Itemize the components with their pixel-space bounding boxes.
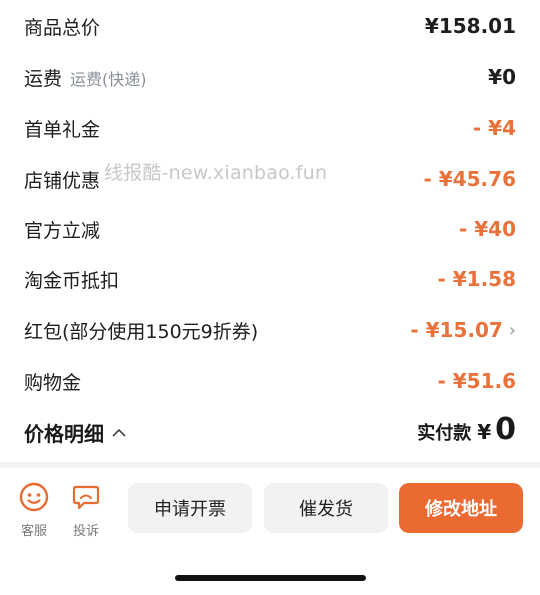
row-label: 运费 运费(快递): [24, 64, 147, 91]
watermark: 线报酷-new.xianbao.fun: [104, 162, 328, 184]
complaint-button[interactable]: 投诉: [66, 482, 106, 539]
row-amount: - ¥45.76: [423, 167, 516, 191]
row-first-order-gift: 首单礼金 - ¥4: [24, 110, 516, 146]
apply-invoice-button[interactable]: 申请开票: [128, 483, 252, 533]
paid-currency: ¥: [477, 420, 492, 444]
paid-amount: 实付款 ¥ 0: [417, 412, 516, 447]
row-label: 首单礼金: [24, 118, 101, 141]
urge-shipment-button[interactable]: 催发货: [264, 483, 388, 533]
row-label: 店铺优惠: [24, 169, 101, 192]
row-amount: - ¥4: [472, 116, 516, 140]
row-red-packet[interactable]: 红包(部分使用150元9折券) - ¥15.07 ›: [24, 312, 516, 348]
row-shipping: 运费 运费(快递) ¥0: [24, 59, 516, 95]
row-amount: - ¥40: [458, 217, 516, 241]
row-amount: ¥158.01: [424, 14, 516, 38]
paid-value: 0: [495, 412, 516, 447]
modify-address-button[interactable]: 修改地址: [399, 483, 523, 533]
shipping-label: 运费: [24, 67, 63, 90]
row-label: 官方立减: [24, 219, 101, 242]
complaint-label: 投诉: [72, 524, 99, 539]
customer-service-button[interactable]: 客服: [14, 482, 54, 539]
customer-service-icon: [19, 482, 49, 516]
bottom-action-bar: 客服 投诉 申请开票 催发货 修改地址: [0, 468, 540, 550]
paid-label: 实付款: [417, 423, 472, 444]
row-shopping-gold: 购物金 - ¥51.6: [24, 363, 516, 399]
shipping-sublabel: 运费(快递): [70, 69, 147, 89]
row-taojinbi-deduction: 淘金币抵扣 - ¥1.58: [24, 261, 516, 297]
price-detail-label: 价格明细: [24, 422, 104, 446]
row-amount: ¥0: [488, 65, 516, 89]
row-label: 红包(部分使用150元9折券): [24, 320, 259, 343]
row-amount: - ¥51.6: [437, 369, 516, 393]
row-amount: - ¥15.07: [410, 318, 503, 342]
row-amount: - ¥1.58: [437, 267, 516, 291]
customer-service-label: 客服: [20, 524, 47, 539]
complaint-icon: [71, 482, 101, 516]
row-amount-wrap: - ¥15.07 ›: [410, 318, 516, 342]
row-label: 商品总价: [24, 16, 101, 39]
row-label: 淘金币抵扣: [24, 269, 120, 292]
price-detail-toggle[interactable]: 价格明细: [24, 418, 126, 447]
row-official-discount: 官方立减 - ¥40: [24, 211, 516, 247]
home-indicator[interactable]: [175, 575, 366, 581]
row-goods-total: 商品总价 ¥158.01: [24, 8, 516, 44]
row-label: 购物金: [24, 371, 82, 394]
chevron-right-icon: ›: [508, 319, 516, 341]
chevron-up-icon: [112, 425, 126, 441]
